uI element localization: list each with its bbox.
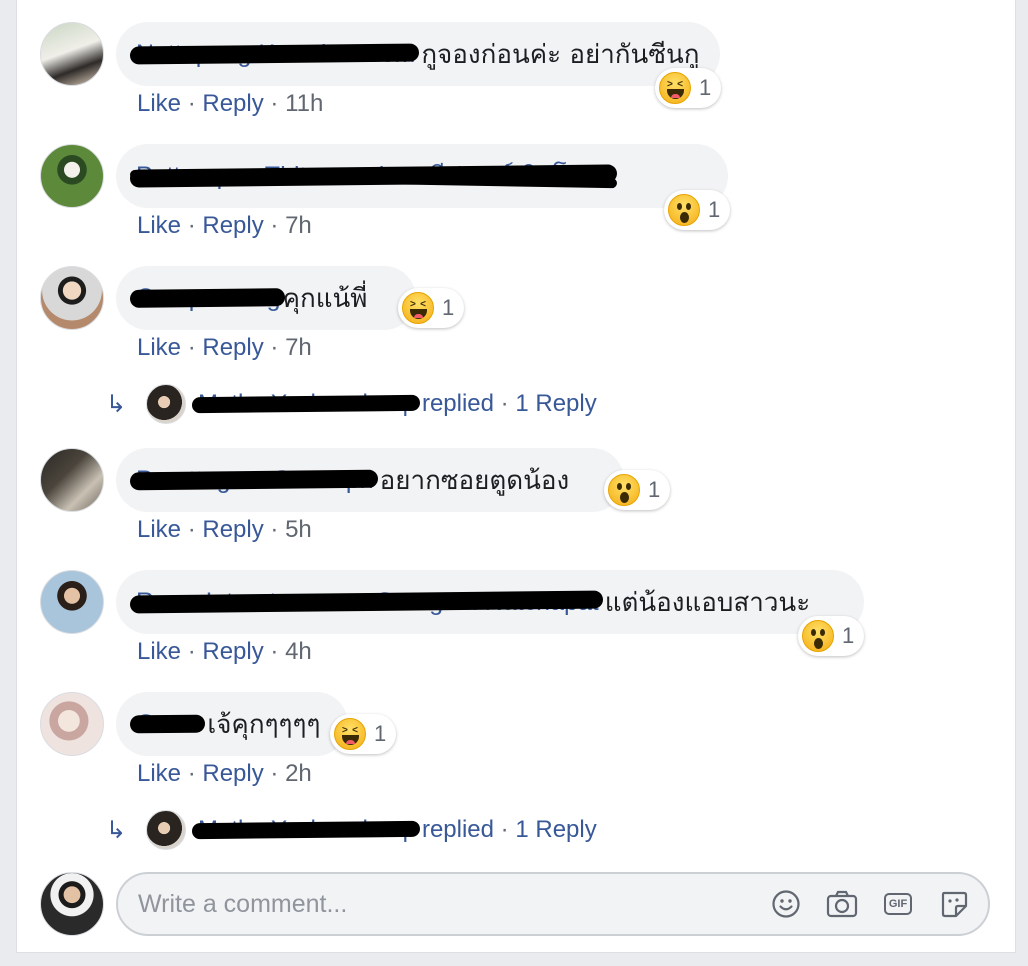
redaction-mark: [129, 288, 285, 308]
comment-time[interactable]: 7h: [285, 212, 312, 239]
reply-count[interactable]: 1 Reply: [515, 816, 596, 844]
comment-time[interactable]: 7h: [285, 334, 312, 361]
avatar[interactable]: [40, 570, 104, 634]
comment-text: เจ้คุกๆๆๆๆ: [207, 709, 321, 740]
wow-reaction-icon: [608, 474, 640, 506]
comment-bubble: Parattagorn Sattunph อยากซอยตูดน้อง: [116, 448, 624, 512]
comment-bubble: Cuteponrung คุกแน้พี่: [116, 266, 416, 330]
redaction-mark: [129, 714, 206, 734]
camera-icon[interactable]: [826, 888, 858, 920]
reply-link[interactable]: Reply: [202, 638, 263, 665]
haha-reaction-icon: > <: [334, 718, 366, 750]
haha-reaction-icon: > <: [402, 292, 434, 324]
comment-input[interactable]: Write a comment...: [116, 872, 990, 936]
avatar[interactable]: [40, 448, 104, 512]
avatar[interactable]: [40, 22, 104, 86]
comment-author[interactable]: Parattagorn Sattunph: [129, 466, 378, 495]
comment-text: กูจองก่อนค่ะ อย่ากันซีนกู: [421, 39, 700, 70]
reaction-summary[interactable]: > < 1: [398, 288, 465, 328]
comment-actions: Like · Reply · 7h: [137, 334, 312, 361]
comment-author[interactable]: Rasw Intaratunnoera Gumgum Natchapat: [129, 588, 603, 617]
comment-text: อยากซอยตูดน้อง: [379, 465, 570, 496]
reply-avatar: [146, 384, 186, 424]
comment-actions: Like · Reply · 11h: [137, 90, 324, 117]
comment-time[interactable]: 2h: [285, 760, 312, 787]
like-link[interactable]: Like: [137, 760, 181, 787]
comment-actions: Like · Reply · 4h: [137, 638, 312, 665]
reaction-summary[interactable]: 1: [798, 616, 865, 656]
replies-link[interactable]: ↳ Metha Yachoocheep replied · 1 Reply: [106, 384, 597, 424]
comment-text: แต่น้องแอบสาวนะ: [604, 587, 811, 618]
comment-time[interactable]: 4h: [285, 638, 312, 665]
reaction-count: 1: [842, 623, 855, 648]
replies-link[interactable]: ↳ Metha Yachoocheep replied · 1 Reply: [106, 810, 597, 850]
sticker-icon[interactable]: [938, 888, 970, 920]
wow-reaction-icon: [668, 194, 700, 226]
like-link[interactable]: Like: [137, 516, 181, 543]
comment-actions: Like · Reply · 7h: [137, 212, 312, 239]
reply-count[interactable]: 1 Reply: [515, 390, 596, 418]
wow-reaction-icon: [802, 620, 834, 652]
reaction-summary[interactable]: > < 1: [330, 714, 397, 754]
comment-actions: Like · Reply · 5h: [137, 516, 312, 543]
comment-bubble: Rasw Intaratunnoera Gumgum Natchapat แต่…: [116, 570, 864, 634]
reply-link[interactable]: Reply: [202, 516, 263, 543]
reaction-count: 1: [442, 295, 455, 320]
reply-link[interactable]: Reply: [202, 212, 263, 239]
reaction-count: 1: [699, 75, 712, 100]
current-user-avatar[interactable]: [40, 872, 104, 936]
reply-link[interactable]: Reply: [202, 760, 263, 787]
redaction-mark: [129, 469, 378, 491]
replier-name[interactable]: Metha Yachoocheep: [191, 390, 421, 418]
reply-link[interactable]: Reply: [202, 334, 263, 361]
reaction-summary[interactable]: 1: [664, 190, 731, 230]
reaction-count: 1: [708, 197, 721, 222]
reaction-summary[interactable]: > < 1: [655, 68, 722, 108]
reply-avatar: [146, 810, 186, 850]
redaction-mark: [129, 43, 420, 65]
gif-icon[interactable]: GIF: [882, 888, 914, 920]
comment-author[interactable]: Nattapong Kaewkamsom: [129, 40, 420, 69]
like-link[interactable]: Like: [137, 638, 181, 665]
reply-arrow-icon: ↳: [106, 390, 127, 418]
reaction-summary[interactable]: 1: [604, 470, 671, 510]
reaction-count: 1: [374, 721, 387, 746]
comment-bubble: Pattarapon Thitaweechart ดีฟเวอร์ นิลโคต…: [116, 144, 728, 208]
like-link[interactable]: Like: [137, 212, 181, 239]
comment-author[interactable]: Cuteponrung: [129, 284, 285, 313]
replier-name[interactable]: Metha Yachoocheep: [191, 816, 421, 844]
comment-bubble: Nattapong Kaewkamsom กูจองก่อนค่ะ อย่ากั…: [116, 22, 720, 86]
reaction-count: 1: [648, 477, 661, 502]
redaction-mark: [191, 394, 421, 414]
haha-reaction-icon: > <: [659, 72, 691, 104]
comment-time[interactable]: 5h: [285, 516, 312, 543]
avatar[interactable]: [40, 692, 104, 756]
comment-time[interactable]: 11h: [285, 90, 323, 117]
comment-author[interactable]: Pattarapon Thitaweechart ดีฟเวอร์ นิลโคต…: [129, 156, 617, 196]
comment-bubble: Gaew เจ้คุกๆๆๆๆ: [116, 692, 348, 756]
comment-input-placeholder: Write a comment...: [138, 889, 348, 918]
smiley-icon[interactable]: [770, 888, 802, 920]
reply-arrow-icon: ↳: [106, 816, 127, 844]
like-link[interactable]: Like: [137, 334, 181, 361]
comment-actions: Like · Reply · 2h: [137, 760, 312, 787]
comment-author[interactable]: Gaew: [129, 710, 206, 739]
redaction-mark: [191, 820, 421, 840]
avatar[interactable]: [40, 144, 104, 208]
like-link[interactable]: Like: [137, 90, 181, 117]
comment-text: คุกแน้พี่: [282, 283, 368, 314]
reply-link[interactable]: Reply: [202, 90, 263, 117]
avatar[interactable]: [40, 266, 104, 330]
